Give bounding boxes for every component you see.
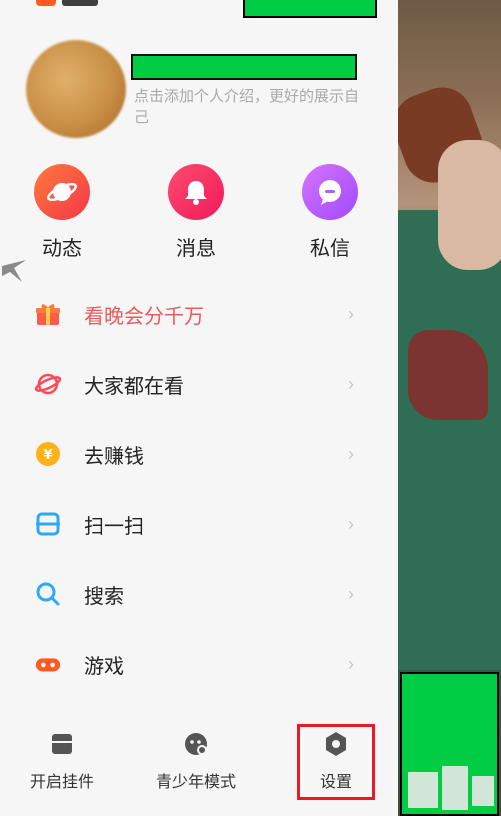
video-hand — [438, 140, 501, 270]
menu-label: 搜索 — [84, 585, 124, 608]
chevron-right-icon: › — [348, 654, 354, 674]
svg-text:¥: ¥ — [43, 448, 52, 463]
quick-action-label: 消息 — [176, 238, 216, 260]
bottom-teen-mode-button[interactable]: 青少年模式 — [141, 728, 251, 792]
username-redacted[interactable] — [131, 54, 357, 80]
menu-item-games[interactable]: 游戏 › — [0, 634, 398, 694]
settings-highlight-box — [297, 724, 375, 800]
widget-icon — [46, 728, 78, 760]
side-drawer: 点击添加个人介绍，更好的展示自己 动态 消息 私信 看晚会分千万 › 大家都在看… — [0, 0, 398, 816]
yuan-coin-icon: ¥ — [34, 440, 62, 468]
video-background[interactable] — [398, 0, 501, 816]
quick-action-moments[interactable]: 动态 — [17, 164, 107, 261]
quick-action-label: 私信 — [310, 238, 350, 260]
menu-label: 扫一扫 — [84, 515, 144, 538]
redacted-top-block — [243, 0, 377, 18]
planet-icon — [34, 164, 90, 220]
planet-outline-icon — [34, 370, 62, 398]
scan-icon — [34, 510, 62, 538]
video-shirt-area — [398, 210, 501, 670]
quick-action-messages[interactable]: 消息 — [151, 164, 241, 261]
bottom-label: 青少年模式 — [155, 774, 236, 791]
swallow-logo-icon — [2, 260, 26, 282]
quick-action-direct-messages[interactable]: 私信 — [285, 164, 375, 261]
chevron-right-icon: › — [348, 304, 354, 324]
video-shirt-logo — [408, 330, 488, 420]
menu-item-earn[interactable]: ¥ 去赚钱 › — [0, 424, 398, 484]
menu-item-scan[interactable]: 扫一扫 › — [0, 494, 398, 554]
search-icon — [34, 580, 62, 608]
menu-label: 大家都在看 — [84, 375, 184, 398]
gamepad-icon — [34, 650, 62, 678]
chevron-right-icon: › — [348, 444, 354, 464]
avatar[interactable] — [26, 40, 126, 138]
menu-label: 去赚钱 — [84, 445, 144, 468]
menu-item-trending[interactable]: 大家都在看 › — [0, 354, 398, 414]
bottom-label: 开启挂件 — [29, 774, 94, 791]
bottom-widget-button[interactable]: 开启挂件 — [7, 728, 117, 792]
menu-label: 游戏 — [84, 655, 124, 678]
top-app-icon — [36, 0, 56, 6]
chevron-right-icon: › — [348, 514, 354, 534]
comment-bubbles — [398, 760, 501, 816]
bell-icon — [168, 164, 224, 220]
top-app-label-redacted — [62, 0, 98, 6]
chevron-right-icon: › — [348, 374, 354, 394]
chevron-right-icon: › — [348, 584, 354, 604]
menu-label: 看晚会分千万 — [84, 305, 204, 328]
profile-bio[interactable]: 点击添加个人介绍，更好的展示自己 — [134, 86, 364, 128]
menu-item-gala[interactable]: 看晚会分千万 › — [0, 284, 398, 344]
gift-icon — [34, 300, 62, 328]
quick-action-label: 动态 — [42, 238, 82, 260]
chat-bubble-icon — [302, 164, 358, 220]
teen-mode-icon — [180, 728, 212, 760]
menu-item-search[interactable]: 搜索 › — [0, 564, 398, 624]
